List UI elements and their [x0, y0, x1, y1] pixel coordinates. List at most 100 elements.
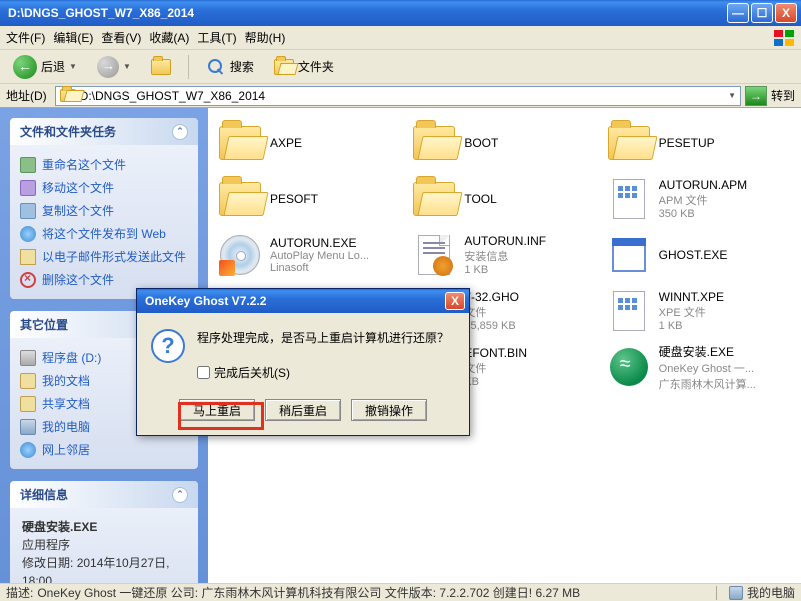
- task-copy[interactable]: 复制这个文件: [20, 199, 188, 222]
- place-shared[interactable]: 共享文档: [20, 392, 188, 415]
- go-label: 转到: [771, 87, 795, 104]
- move-icon: [20, 180, 36, 196]
- menu-view[interactable]: 查看(V): [101, 29, 141, 46]
- menu-favorites[interactable]: 收藏(A): [149, 29, 189, 46]
- file-name: WINNT.XPE: [659, 290, 791, 304]
- task-publish[interactable]: 将这个文件发布到 Web: [20, 222, 188, 245]
- file-name: GHOST.EXE: [659, 248, 791, 262]
- collapse-icon[interactable]: ⌃: [172, 317, 188, 333]
- onekey-app-icon: [610, 348, 648, 386]
- back-dropdown-icon[interactable]: ▼: [69, 62, 77, 71]
- file-item[interactable]: AUTORUN.EXE AutoPlay Menu Lo... Linasoft: [218, 230, 402, 280]
- xpe-file-icon: [613, 291, 645, 331]
- delete-icon: [20, 272, 36, 288]
- menu-tools[interactable]: 工具(T): [197, 29, 236, 46]
- task-move[interactable]: 移动这个文件: [20, 176, 188, 199]
- collapse-icon[interactable]: ⌃: [172, 487, 188, 503]
- file-sub2: 广东雨林木风计算...: [659, 376, 791, 392]
- file-item[interactable]: AUTORUN.INF 安装信息 1 KB: [412, 230, 596, 280]
- address-label: 地址(D): [6, 87, 47, 104]
- collapse-icon[interactable]: ⌃: [172, 124, 188, 140]
- task-email[interactable]: 以电子邮件形式发送此文件: [20, 245, 188, 268]
- menu-help[interactable]: 帮助(H): [245, 29, 286, 46]
- forward-button[interactable]: ▼: [90, 53, 138, 81]
- window-titlebar: D:\DNGS_GHOST_W7_X86_2014 — ☐ X: [0, 0, 801, 26]
- folder-icon: [219, 182, 261, 216]
- status-location: 我的电脑: [729, 584, 795, 601]
- network-icon: [20, 442, 36, 458]
- close-button[interactable]: X: [775, 3, 797, 23]
- task-delete[interactable]: 删除这个文件: [20, 268, 188, 291]
- file-item[interactable]: GHOST.EXE: [607, 230, 791, 280]
- file-item[interactable]: 硬盘安装.EXE OneKey Ghost 一... 广东雨林木风计算...: [607, 342, 791, 392]
- address-input[interactable]: D:\DNGS_GHOST_W7_X86_2014 ▼: [55, 86, 741, 106]
- settings-file-icon: [418, 235, 450, 275]
- file-item[interactable]: AXPE: [218, 118, 402, 168]
- place-disk[interactable]: 程序盘 (D:): [20, 346, 188, 369]
- place-mydocs[interactable]: 我的文档: [20, 369, 188, 392]
- file-name: PESETUP: [659, 136, 791, 150]
- file-sub2: Linasoft: [270, 262, 402, 274]
- file-item[interactable]: WINNT.XPE XPE 文件 1 KB: [607, 286, 791, 336]
- search-button[interactable]: 搜索: [199, 54, 261, 80]
- file-name: AUTORUN.APM: [659, 178, 791, 192]
- file-name: AXPE: [270, 136, 402, 150]
- file-name: 硬盘安装.EXE: [659, 343, 791, 360]
- detail-type: 应用程序: [22, 536, 186, 554]
- place-network[interactable]: 网上邻居: [20, 438, 188, 461]
- folders-icon: [274, 59, 294, 75]
- file-name: TOOL: [464, 192, 596, 206]
- details-panel: 详细信息 ⌃ 硬盘安装.EXE 应用程序 修改日期: 2014年10月27日, …: [10, 481, 198, 583]
- tasks-header[interactable]: 文件和文件夹任务 ⌃: [10, 118, 198, 145]
- file-item[interactable]: AUTORUN.APM APM 文件 350 KB: [607, 174, 791, 224]
- disk-icon: [20, 350, 36, 366]
- tasks-panel: 文件和文件夹任务 ⌃ 重命名这个文件 移动这个文件 复制这个文件 将这个文件发布…: [10, 118, 198, 299]
- file-item[interactable]: BOOT: [412, 118, 596, 168]
- toolbar-separator: [188, 55, 189, 79]
- file-item[interactable]: A EFONT.BIN 文件 KB: [412, 342, 596, 392]
- copy-icon: [20, 203, 36, 219]
- folder-icon: [413, 126, 455, 160]
- font-file-icon: A: [418, 347, 450, 387]
- files-area[interactable]: AXPE BOOT PESETUP PESOFT TOOL AUTORUN.AP…: [208, 108, 801, 583]
- file-name: PESOFT: [270, 192, 402, 206]
- menu-edit[interactable]: 编辑(E): [53, 29, 93, 46]
- main-area: 文件和文件夹任务 ⌃ 重命名这个文件 移动这个文件 复制这个文件 将这个文件发布…: [0, 108, 801, 583]
- forward-dropdown-icon[interactable]: ▼: [123, 62, 131, 71]
- up-button[interactable]: [144, 56, 178, 78]
- web-icon: [20, 226, 36, 242]
- folders-button[interactable]: 文件夹: [267, 55, 341, 78]
- file-item[interactable]: PESOFT: [218, 174, 402, 224]
- folder-icon: [60, 89, 76, 102]
- place-computer[interactable]: 我的电脑: [20, 415, 188, 438]
- file-sub2: 1 KB: [464, 264, 596, 276]
- task-rename[interactable]: 重命名这个文件: [20, 153, 188, 176]
- docs-icon: [20, 396, 36, 412]
- file-grid: AXPE BOOT PESETUP PESOFT TOOL AUTORUN.AP…: [218, 118, 791, 392]
- file-sub1: APM 文件: [659, 192, 791, 208]
- search-icon: [206, 57, 226, 77]
- menu-file[interactable]: 文件(F): [6, 29, 45, 46]
- file-item[interactable]: 7-32.GHO 文件 85,859 KB: [412, 286, 596, 336]
- file-item[interactable]: TOOL: [412, 174, 596, 224]
- file-name: AUTORUN.INF: [464, 234, 596, 248]
- file-sub2: 1 KB: [659, 320, 791, 332]
- other-body: 程序盘 (D:) 我的文档 共享文档 我的电脑 网上邻居: [10, 338, 198, 469]
- generic-file-icon: [418, 291, 450, 331]
- folder-icon: [608, 126, 650, 160]
- minimize-button[interactable]: —: [727, 3, 749, 23]
- docs-icon: [20, 373, 36, 389]
- file-name: 7-32.GHO: [464, 290, 596, 304]
- other-header[interactable]: 其它位置 ⌃: [10, 311, 198, 338]
- back-button[interactable]: 后退 ▼: [6, 52, 84, 82]
- maximize-button[interactable]: ☐: [751, 3, 773, 23]
- details-header-label: 详细信息: [20, 486, 68, 503]
- rename-icon: [20, 157, 36, 173]
- other-header-label: 其它位置: [20, 316, 68, 333]
- go-button[interactable]: →: [745, 86, 767, 106]
- file-item[interactable]: PESETUP: [607, 118, 791, 168]
- address-dropdown-icon[interactable]: ▼: [728, 91, 736, 100]
- file-sub1: 文件: [464, 360, 596, 376]
- details-header[interactable]: 详细信息 ⌃: [10, 481, 198, 508]
- tasks-header-label: 文件和文件夹任务: [20, 123, 116, 140]
